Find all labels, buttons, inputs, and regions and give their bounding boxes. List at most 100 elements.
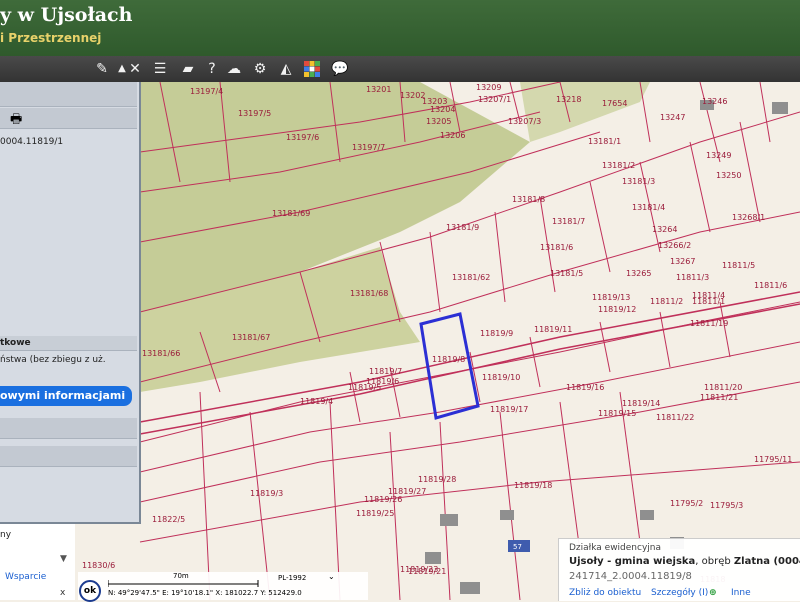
- parcel-label: 13181/2: [602, 161, 635, 170]
- parcel-label: 13181/6: [540, 243, 573, 252]
- parcel-label: 11819/12: [598, 305, 636, 314]
- details-link[interactable]: Szczegóły (I): [651, 588, 708, 598]
- left-bottom-panel: ny ▼ Wsparcie x: [0, 524, 75, 600]
- parcel-label: 11811/1: [692, 297, 725, 306]
- panel-footer-row-2: [0, 446, 137, 467]
- ruler-icon[interactable]: ✎: [92, 59, 112, 79]
- info-location: Ujsoły - gmina wiejska, obręb Zlatna (00…: [569, 556, 800, 567]
- parcel-label: 13181/3: [622, 177, 655, 186]
- panel-header-row: [0, 82, 137, 107]
- parcel-label: 13181/9: [446, 223, 479, 232]
- crs-dropdown-icon[interactable]: ⌄: [328, 572, 335, 581]
- parcel-label: 13204: [430, 105, 455, 114]
- parcel-label: 13218: [556, 95, 581, 104]
- parcel-label: 13197/6: [286, 133, 319, 142]
- zoom-to-object-link[interactable]: Zbliż do obiektu: [569, 588, 641, 598]
- parcel-label: 13197/7: [352, 143, 385, 152]
- parcel-label: 13181/4: [632, 203, 665, 212]
- parcel-label: 11819/10: [482, 373, 520, 382]
- parcel-label: 13197/4: [190, 87, 223, 96]
- parcel-label: 11811/6: [754, 281, 787, 290]
- print-icon[interactable]: 🖶: [10, 110, 22, 132]
- crs-select[interactable]: PL-1992: [278, 574, 306, 582]
- scale-bar: [108, 580, 259, 587]
- parcel-id-text: 0004.11819/1: [0, 137, 64, 147]
- parcel-label: 11819/11: [534, 325, 572, 334]
- house-number-label: 57: [513, 543, 522, 551]
- parcel-label: 13246: [702, 97, 727, 106]
- ok-button[interactable]: ok: [79, 580, 101, 602]
- parcel-label: 11811/20: [704, 383, 742, 392]
- help-icon[interactable]: ?: [202, 59, 222, 79]
- parcel-label: 13267: [670, 257, 695, 266]
- info-panel: 🖶 0004.11819/1 tkowe ństwa (bez zbiegu z…: [0, 82, 141, 524]
- parcel-label: 13207/3: [508, 117, 541, 126]
- parcel-label: 13181/7: [552, 217, 585, 226]
- parcel-label: 13181/68: [350, 289, 388, 298]
- parcel-label: 11819/9: [480, 329, 513, 338]
- parcel-label: 13197/5: [238, 109, 271, 118]
- parcel-label: 13206: [440, 131, 465, 140]
- parcel-label: 11795/3: [710, 501, 743, 510]
- parcel-label: 13250: [716, 171, 741, 180]
- parcel-label: 11811/3: [676, 273, 709, 282]
- layers-icon[interactable]: ☰: [150, 59, 170, 79]
- section-title: tkowe: [0, 338, 31, 348]
- parcel-label: 11819/14: [622, 399, 660, 408]
- settings-icon[interactable]: ⚙: [250, 59, 270, 79]
- parcel-label: 11819/17: [490, 405, 528, 414]
- parcel-label: 17654: [602, 99, 627, 108]
- parcel-label: 13181/5: [550, 269, 583, 278]
- parcel-label: 11795/11: [754, 455, 792, 464]
- measure-icon[interactable]: ◭: [276, 59, 296, 79]
- panel-footer-row-1: [0, 418, 137, 439]
- parcel-label: 13249: [706, 151, 731, 160]
- add-icon[interactable]: ⊕: [709, 588, 717, 598]
- parcel-label: 11819/25: [356, 509, 394, 518]
- parcel-label: 11811/5: [722, 261, 755, 270]
- parcel-label: 13181/67: [232, 333, 270, 342]
- parcel-label: 13265: [626, 269, 651, 278]
- toolbar: ✎ ▲ ✕ ☰ ▰ ? ☁ ⚙ ◭ 💬: [0, 56, 800, 83]
- scale-label: 70m: [173, 572, 189, 580]
- scroll-down-icon[interactable]: ▼: [60, 554, 67, 564]
- panel-close-icon[interactable]: ✕: [125, 59, 145, 79]
- parcel-label: 13181/69: [272, 209, 310, 218]
- more-info-button[interactable]: owymi informacjami: [0, 386, 132, 406]
- parcel-label: 11819/7: [369, 367, 402, 376]
- parcel-label: 11811/22: [656, 413, 694, 422]
- section-text: ństwa (bez zbiegu z uż.: [0, 355, 106, 365]
- color-grid-icon[interactable]: [302, 59, 322, 79]
- parcel-label: 11795/2: [670, 499, 703, 508]
- support-link[interactable]: Wsparcie: [5, 572, 46, 582]
- parcel-label: 11819/13: [592, 293, 630, 302]
- parcel-label: 11830/6: [82, 561, 115, 570]
- parcel-label: 11819/26: [364, 495, 402, 504]
- parcel-label: 11819/16: [566, 383, 604, 392]
- parcel-label: 13207/1: [478, 95, 511, 104]
- parcel-label: 13181/8: [512, 195, 545, 204]
- left-bottom-text: ny: [0, 530, 12, 540]
- parcel-label: 13201: [366, 85, 391, 94]
- chat-icon[interactable]: ▰: [178, 59, 198, 79]
- app-title: y w Ujsołach: [0, 4, 133, 26]
- parcel-label: 13264: [652, 225, 677, 234]
- parcel-label: 13209: [476, 83, 501, 92]
- speech-bubble-icon[interactable]: 💬: [330, 59, 350, 79]
- more-link[interactable]: Inne: [731, 588, 751, 598]
- info-parcel-id: 241714_2.0004.11819/8: [569, 571, 692, 582]
- parcel-label: 11819/8: [432, 355, 465, 364]
- parcel-label: 13266/2: [658, 241, 691, 250]
- parcel-label: 11819/4: [300, 397, 333, 406]
- app-subtitle: i Przestrzennej: [0, 31, 102, 45]
- parcel-label: 11819/21: [408, 567, 446, 576]
- close-icon[interactable]: x: [60, 588, 65, 598]
- parcel-label: 11819/3: [250, 489, 283, 498]
- info-obreb: Zlatna (0004): [733, 556, 800, 567]
- info-location-rest: , obręb: [695, 556, 734, 567]
- cloud-upload-icon[interactable]: ☁: [224, 59, 244, 79]
- parcel-label: 11819/5: [348, 383, 381, 392]
- info-heading: Działka ewidencyjna: [569, 543, 662, 553]
- parcel-label: 13181/66: [142, 349, 180, 358]
- parcel-label: 13181/1: [588, 137, 621, 146]
